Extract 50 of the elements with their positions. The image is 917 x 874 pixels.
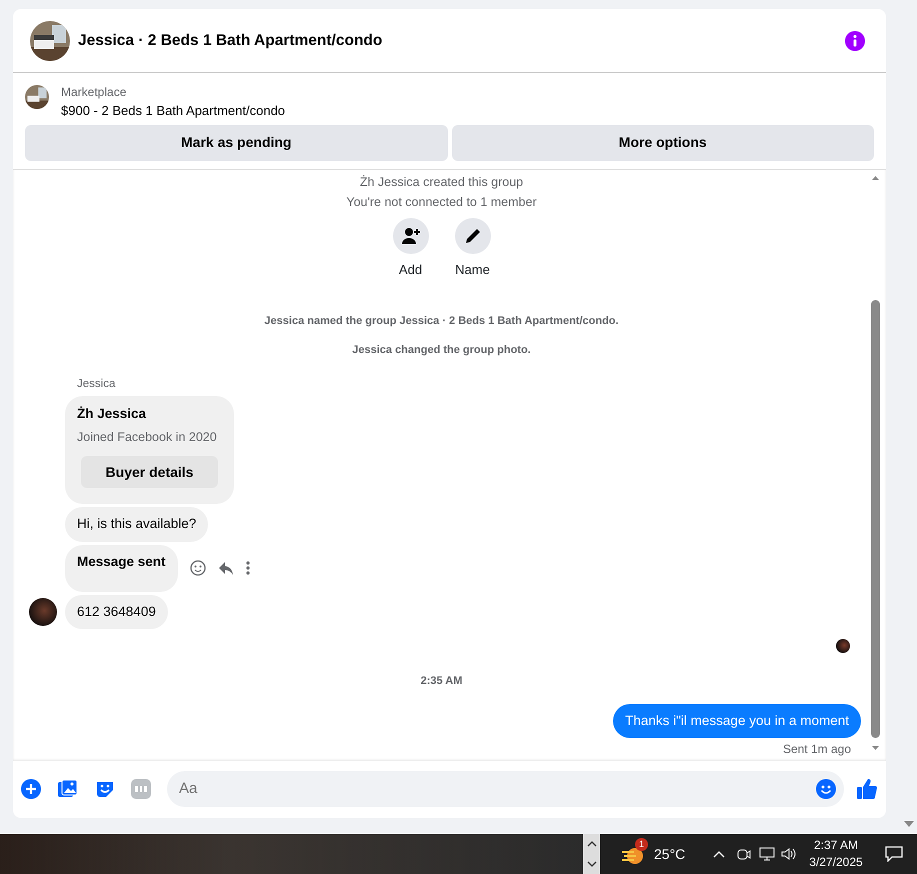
info-icon[interactable] (845, 30, 865, 50)
action-button[interactable]: More options (452, 124, 874, 160)
group-action-button[interactable] (392, 218, 428, 254)
network-icon[interactable] (759, 847, 776, 861)
add-person-icon (400, 226, 420, 246)
group-action-button[interactable] (454, 218, 490, 254)
taskbar-up-icon[interactable] (586, 841, 596, 847)
volume-icon[interactable] (781, 847, 798, 861)
add-icon[interactable] (21, 778, 41, 798)
buyer-joined: Joined Facebook in 2020 (77, 428, 218, 446)
system-notice: Żh Jessica created this group (358, 174, 524, 191)
action-label: Add (398, 260, 422, 278)
sent-status: Sent 1m ago (782, 740, 851, 758)
clock-time[interactable]: 2:37 AM (809, 837, 863, 854)
read-receipt-avatar (836, 639, 850, 653)
notifications-icon[interactable] (884, 846, 903, 862)
notification-badge: 1 (635, 838, 648, 851)
buyer-details-button[interactable]: Buyer details (81, 456, 218, 488)
action-label: Name (455, 260, 490, 278)
listing-label: Marketplace (61, 84, 128, 101)
emoji-icon[interactable] (816, 778, 836, 798)
chat-title: Jessica · 2 Beds 1 Bath Apartment/condo (78, 30, 382, 51)
photo-icon[interactable] (57, 778, 79, 798)
clock-date[interactable]: 3/27/2025 (809, 854, 863, 871)
scroll-up-icon[interactable] (870, 174, 881, 182)
avatar (29, 598, 57, 626)
message-bubble: 612 3648409 (65, 594, 168, 629)
outgoing-message: Thanks i"il message you in a moment (613, 704, 861, 738)
camera-icon[interactable] (737, 847, 752, 861)
message-bubble: Message sent (65, 544, 178, 592)
buyer-name: Żh Jessica (77, 405, 148, 424)
system-event: Jessica changed the group photo. (351, 342, 532, 358)
chevron-up-icon[interactable] (713, 850, 726, 858)
like-icon[interactable] (856, 778, 878, 800)
listing-title[interactable]: $900 - 2 Beds 1 Bath Apartment/condo (61, 101, 286, 120)
react-icon[interactable] (190, 560, 206, 576)
taskbar-down-icon[interactable] (586, 861, 596, 867)
scrollbar-thumb[interactable] (871, 300, 880, 738)
reply-icon[interactable] (218, 560, 234, 576)
page-scroll-down-icon[interactable] (903, 820, 915, 828)
temperature-text: 25°C (654, 844, 686, 864)
more-icon[interactable] (246, 560, 250, 576)
system-notice: You're not connected to 1 member (345, 194, 538, 210)
sender-name: Jessica (77, 377, 116, 392)
timestamp: 2:35 AM (420, 674, 464, 689)
message-field[interactable]: Aa (167, 770, 844, 806)
message-bubble: Hi, is this available? (65, 507, 208, 542)
action-button[interactable]: Mark as pending (25, 124, 448, 160)
system-event: Jessica named the group Jessica · 2 Beds 1 Bath Apartment/condo. (263, 314, 620, 329)
scroll-down-icon[interactable] (870, 744, 881, 752)
